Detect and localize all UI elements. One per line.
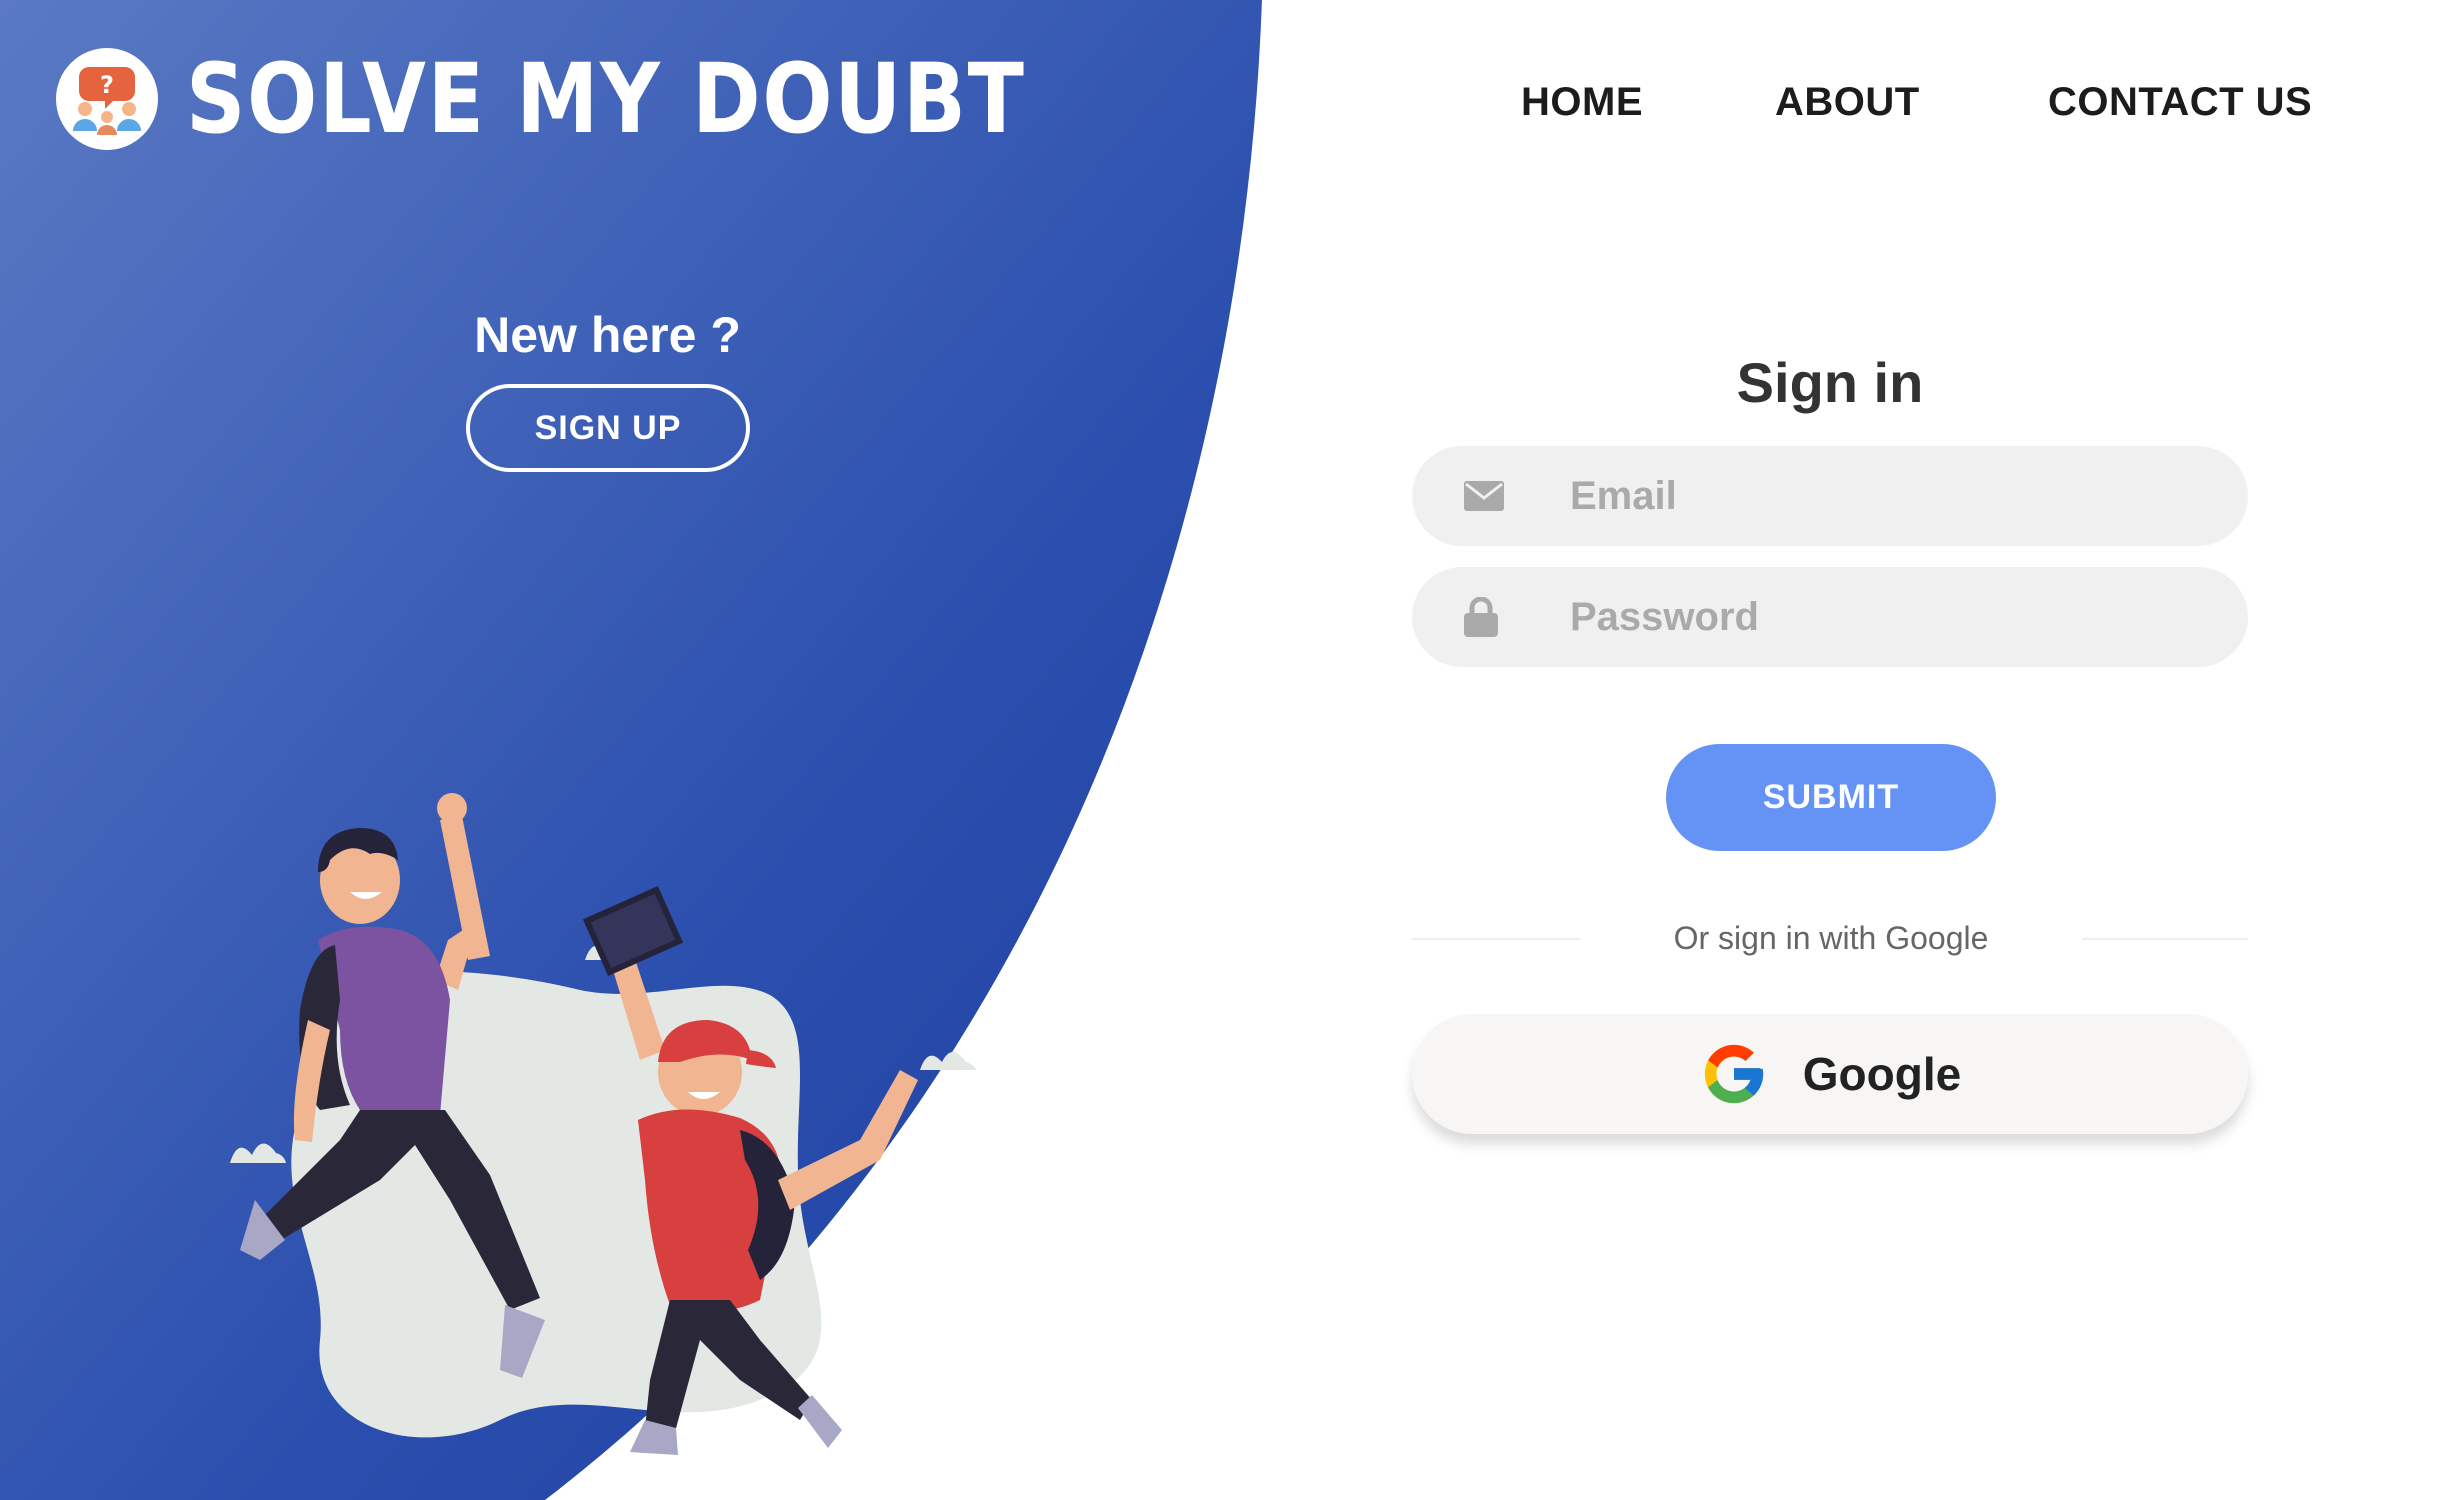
google-icon [1704, 1044, 1763, 1104]
two-students-jumping-illustration [230, 793, 976, 1455]
email-input[interactable] [1568, 472, 2248, 520]
envelope-icon [1464, 481, 1544, 511]
password-field[interactable] [1412, 567, 2248, 667]
sign-in-title: Sign in [1736, 351, 1924, 414]
nav-about-link[interactable]: ABOUT [1775, 80, 1920, 125]
google-button-label: Google [1802, 1048, 1962, 1100]
nav-home-link[interactable]: HOME [1521, 80, 1643, 125]
google-sign-in-button[interactable]: Google [1412, 1014, 2248, 1134]
email-field[interactable] [1412, 446, 2248, 546]
submit-button[interactable]: SUBMIT [1666, 744, 1996, 851]
lock-icon [1464, 597, 1544, 637]
divider-left [1412, 938, 1580, 940]
sign-up-button[interactable]: SIGN UP [466, 384, 750, 472]
password-input[interactable] [1568, 593, 2248, 641]
alt-sign-in-text: Or sign in with Google [1673, 920, 1989, 956]
svg-text:?: ? [100, 71, 114, 99]
students-question-logo-icon: ? [56, 48, 158, 150]
brand[interactable]: ? SOLVE MY DOUBT [56, 48, 1162, 150]
new-here-heading: New here ? [474, 307, 741, 363]
divider-right [2082, 938, 2248, 940]
brand-name: SOLVE MY DOUBT [186, 43, 1026, 155]
top-nav: HOME ABOUT CONTACT US [1338, 80, 2438, 130]
nav-contact-link[interactable]: CONTACT US [2048, 80, 2312, 125]
